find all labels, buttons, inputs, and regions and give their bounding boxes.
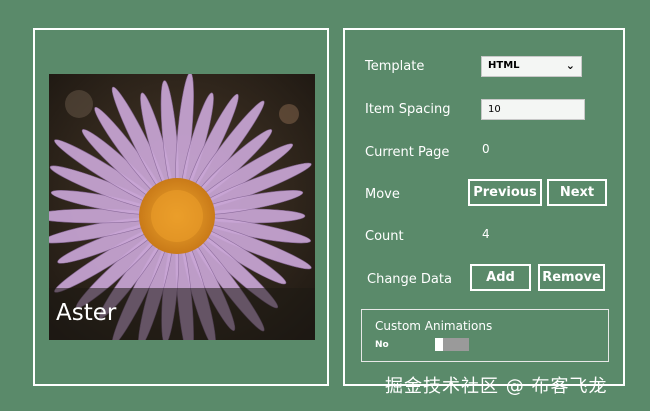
toggle-state-label: No xyxy=(375,340,389,350)
flip-caption: Aster xyxy=(56,300,117,326)
item-spacing-label: Item Spacing xyxy=(365,102,451,117)
next-button[interactable]: Next xyxy=(547,179,607,206)
current-page-label: Current Page xyxy=(365,145,450,160)
chevron-down-icon: ⌄ xyxy=(565,59,575,72)
custom-animations-group: Custom Animations No xyxy=(361,309,609,362)
flipview-image[interactable]: Aster xyxy=(49,74,315,340)
toggle-thumb[interactable] xyxy=(435,338,443,351)
template-label: Template xyxy=(365,59,425,74)
remove-button[interactable]: Remove xyxy=(538,264,605,291)
current-page-value: 0 xyxy=(482,142,490,156)
previous-button[interactable]: Previous xyxy=(468,179,542,206)
custom-animations-toggle[interactable] xyxy=(435,338,469,351)
count-value: 4 xyxy=(482,227,490,241)
template-select[interactable]: HTML ⌄ xyxy=(481,56,582,77)
add-button[interactable]: Add xyxy=(470,264,531,291)
controls-panel: Template HTML ⌄ Item Spacing 10 Current … xyxy=(343,28,625,386)
count-label: Count xyxy=(365,229,404,244)
item-spacing-input[interactable]: 10 xyxy=(481,99,585,120)
change-data-label: Change Data xyxy=(367,272,452,287)
custom-animations-label: Custom Animations xyxy=(375,319,493,333)
flipview-panel: Aster xyxy=(33,28,329,386)
watermark: 掘金技术社区 @ 布客飞龙 xyxy=(385,376,608,397)
move-label: Move xyxy=(365,187,400,202)
template-select-value: HTML xyxy=(488,60,520,71)
